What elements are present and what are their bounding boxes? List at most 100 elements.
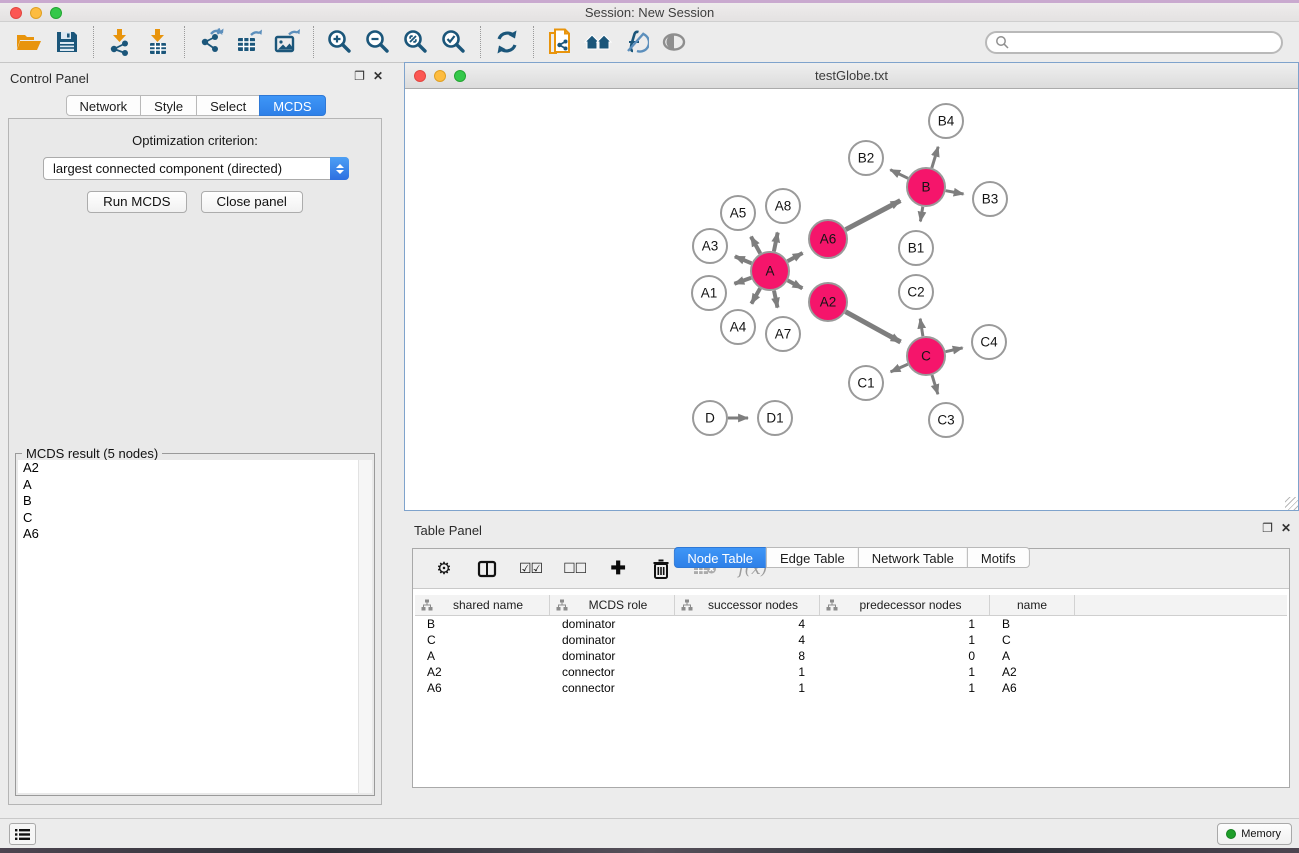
column-header-shared-name[interactable]: shared name (415, 595, 550, 615)
memory-status-icon (1226, 829, 1236, 839)
graph-edge-B-B3[interactable] (946, 191, 964, 194)
graph-edge-A-A4[interactable] (751, 288, 760, 303)
tab-network[interactable]: Network (65, 95, 141, 116)
tab-network-table[interactable]: Network Table (858, 547, 968, 568)
graph-node-label: A1 (701, 286, 718, 301)
graph-edge-A6-B[interactable] (846, 201, 901, 230)
open-folder-icon (15, 29, 43, 55)
show-hide-details-button[interactable] (655, 26, 693, 58)
import-table-button[interactable] (139, 26, 177, 58)
graph-node-label: A5 (730, 206, 747, 221)
show-columns-icon[interactable] (476, 557, 498, 581)
select-all-icon[interactable]: ☑☑ (519, 557, 542, 581)
tab-select[interactable]: Select (196, 95, 260, 116)
export-image-button[interactable] (268, 26, 306, 58)
graph-edge-B-B4[interactable] (932, 147, 938, 168)
graph-node-label: C (921, 349, 931, 364)
clone-network-button[interactable] (541, 26, 579, 58)
delete-column-trash-icon[interactable] (650, 557, 672, 581)
create-column-icon[interactable]: ✚ (607, 557, 629, 581)
result-item[interactable]: A (18, 477, 358, 494)
window-resize-handle[interactable] (1285, 497, 1298, 510)
home-button[interactable] (579, 26, 617, 58)
zoom-selected-button[interactable] (435, 26, 473, 58)
graph-edge-A-A3[interactable] (735, 256, 752, 263)
table-cell: connector (550, 664, 675, 680)
minimize-window-button[interactable] (30, 7, 42, 19)
graph-edge-C-C1[interactable] (891, 364, 908, 372)
table-cell: connector (550, 680, 675, 696)
graph-edge-B-B2[interactable] (890, 170, 908, 179)
column-settings-gear-icon[interactable]: ⚙ (433, 557, 455, 581)
tab-edge-table[interactable]: Edge Table (766, 547, 859, 568)
table-panel-tabs: Node TableEdge TableNetwork TableMotifs (673, 547, 1029, 805)
search-box[interactable] (985, 31, 1283, 54)
zoom-network-window-button[interactable] (454, 70, 466, 82)
float-panel-icon[interactable]: ❐ (354, 69, 365, 83)
graph-node-label: A2 (820, 295, 837, 310)
close-network-window-button[interactable] (414, 70, 426, 82)
tab-mcds[interactable]: MCDS (259, 95, 325, 116)
zoom-selected-icon (440, 28, 468, 56)
zoom-in-icon (326, 28, 354, 56)
network-window-controls (414, 70, 466, 82)
close-window-button[interactable] (10, 7, 22, 19)
zoom-fit-button[interactable] (397, 26, 435, 58)
result-item[interactable]: B (18, 493, 358, 510)
open-file-button[interactable] (10, 26, 48, 58)
export-table-button[interactable] (230, 26, 268, 58)
refresh-button[interactable] (488, 26, 526, 58)
graph-edge-A-A8[interactable] (774, 233, 778, 252)
memory-label: Memory (1241, 828, 1281, 840)
search-input[interactable] (1010, 35, 1273, 49)
hide-graphics-details-button[interactable] (617, 26, 655, 58)
result-item[interactable]: C (18, 510, 358, 527)
export-network-button[interactable] (192, 26, 230, 58)
result-item[interactable]: A2 (18, 460, 358, 477)
save-session-button[interactable] (48, 26, 86, 58)
graph-node-label: D (705, 411, 715, 426)
tab-node-table[interactable]: Node Table (673, 547, 767, 568)
zoom-window-button[interactable] (50, 7, 62, 19)
deselect-all-icon[interactable]: ☐☐ (563, 557, 586, 581)
result-scrollbar[interactable] (359, 460, 372, 793)
column-header-mcds-role[interactable]: MCDS role (550, 595, 675, 615)
minimize-network-window-button[interactable] (434, 70, 446, 82)
graph-edge-C-C4[interactable] (946, 348, 963, 352)
graph-edge-C-C3[interactable] (932, 375, 938, 394)
graph-edge-A-A5[interactable] (751, 237, 760, 254)
graph-node-label: B2 (858, 151, 875, 166)
graph-edge-C-C2[interactable] (920, 319, 923, 337)
graph-node-label: A4 (730, 320, 747, 335)
graph-edge-A-A2[interactable] (788, 280, 803, 288)
close-table-panel-icon[interactable]: ✕ (1281, 521, 1291, 535)
memory-button[interactable]: Memory (1217, 823, 1292, 845)
network-canvas[interactable]: AA6A2BCA5A8A3A1A4A7B2B4B3B1C2C4C1C3DD1 (405, 90, 1298, 510)
float-table-panel-icon[interactable]: ❐ (1262, 521, 1273, 535)
zoom-in-button[interactable] (321, 26, 359, 58)
graph-edge-A2-C[interactable] (846, 312, 901, 342)
tab-motifs[interactable]: Motifs (967, 547, 1030, 568)
network-view-window: testGlobe.txt AA6A2BCA5A8A3A1A4A7B2B4B3B… (404, 62, 1299, 511)
zoom-out-icon (364, 28, 392, 56)
close-panel-button[interactable]: Close panel (201, 191, 303, 213)
task-history-button[interactable] (9, 823, 36, 845)
result-item[interactable]: A6 (18, 526, 358, 543)
main-titlebar: Session: New Session (0, 3, 1299, 22)
criterion-dropdown[interactable]: largest connected component (directed) (43, 157, 349, 180)
table-cell: dominator (550, 632, 675, 648)
close-panel-icon[interactable]: ✕ (373, 69, 383, 83)
graph-node-label: A3 (702, 239, 719, 254)
run-mcds-button[interactable]: Run MCDS (87, 191, 186, 213)
graph-edge-A-A7[interactable] (774, 291, 778, 308)
zoom-out-button[interactable] (359, 26, 397, 58)
toolbar-separator (93, 26, 94, 58)
graph-node-label: B1 (908, 241, 925, 256)
network-window-titlebar[interactable]: testGlobe.txt (405, 63, 1298, 89)
tab-style[interactable]: Style (140, 95, 197, 116)
import-network-button[interactable] (101, 26, 139, 58)
graph-edge-B-B1[interactable] (920, 207, 922, 222)
graph-edge-A-A1[interactable] (734, 278, 751, 284)
graph-node-label: B (921, 180, 930, 195)
graph-edge-A-A6[interactable] (788, 253, 803, 261)
